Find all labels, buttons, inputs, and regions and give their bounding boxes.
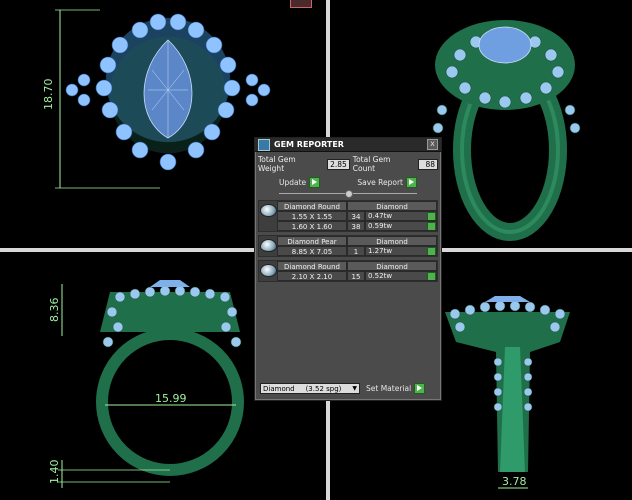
gem-material: Diamond	[347, 236, 437, 246]
panel-splitter[interactable]	[279, 190, 417, 198]
gem-count: 34	[347, 211, 365, 221]
select-gems-button[interactable]	[427, 222, 436, 230]
actions-row: Update Save Report	[255, 175, 441, 190]
material-select[interactable]: Diamond (3.52 spg) ▼	[260, 383, 360, 394]
gem-row[interactable]: 2.10 X 2.10 15 0.52tw	[277, 271, 437, 281]
gem-group: Diamond Pear Diamond 8.85 X 7.05 1 1.27t…	[258, 235, 438, 257]
window-title: GEM REPORTER	[274, 140, 344, 149]
totals-row: Total Gem Weight 2.85 Total Gem Count 88	[255, 152, 441, 175]
total-count-label: Total Gem Count	[352, 155, 391, 173]
gem-reporter-icon	[258, 138, 270, 151]
gem-group: Diamond Round Diamond 2.10 X 2.10 15 0.5…	[258, 260, 438, 282]
app-logo	[290, 0, 312, 8]
gem-count: 38	[347, 221, 365, 231]
gem-row[interactable]: 1.55 X 1.55 34 0.47tw	[277, 211, 437, 221]
close-button[interactable]: x	[427, 139, 438, 150]
set-material-action[interactable]: Set Material	[366, 383, 426, 394]
gem-group: Diamond Round Diamond 1.55 X 1.55 34 0.4…	[258, 200, 438, 232]
total-weight-label: Total Gem Weight	[258, 155, 296, 173]
select-gems-button[interactable]	[427, 272, 436, 280]
gem-reporter-titlebar[interactable]: GEM REPORTER x	[255, 138, 441, 152]
round-gem-icon[interactable]	[259, 204, 277, 217]
gem-size: 1.55 X 1.55	[277, 211, 347, 221]
material-sg: (3.52 spg)	[305, 384, 342, 393]
dimension-label-height: 18.70	[42, 79, 55, 111]
select-gems-button[interactable]	[427, 212, 436, 220]
update-action[interactable]: Update	[279, 177, 321, 188]
select-gems-button[interactable]	[427, 247, 436, 255]
dimension-label-inner: 15.99	[155, 392, 187, 405]
round-gem-icon[interactable]	[259, 264, 277, 277]
gem-group-header: Diamond Pear Diamond	[277, 236, 437, 246]
gem-shape: Diamond Round	[277, 201, 347, 211]
save-report-action[interactable]: Save Report	[357, 177, 417, 188]
material-bar: Diamond (3.52 spg) ▼ Set Material	[260, 383, 436, 394]
gem-size: 2.10 X 2.10	[277, 271, 347, 281]
gem-material: Diamond	[347, 261, 437, 271]
splitter-handle[interactable]	[345, 190, 353, 198]
gem-size: 8.85 X 7.05	[277, 246, 347, 256]
dimension-label-shank: 3.78	[502, 475, 527, 488]
gem-row[interactable]: 8.85 X 7.05 1 1.27tw	[277, 246, 437, 256]
gem-weight: 0.52tw	[368, 272, 393, 280]
pear-gem-icon[interactable]	[259, 239, 277, 252]
gem-row[interactable]: 1.60 X 1.60 38 0.59tw	[277, 221, 437, 231]
chevron-down-icon: ▼	[352, 385, 357, 392]
gem-material: Diamond	[347, 201, 437, 211]
gem-group-header: Diamond Round Diamond	[277, 261, 437, 271]
gem-reporter-window: GEM REPORTER x Total Gem Weight 2.85 Tot…	[254, 137, 442, 401]
gem-shape: Diamond Pear	[277, 236, 347, 246]
gem-count: 15	[347, 271, 365, 281]
set-material-button[interactable]	[414, 383, 426, 394]
gem-count: 1	[347, 246, 365, 256]
save-report-button[interactable]	[406, 177, 417, 188]
save-report-label: Save Report	[357, 178, 403, 187]
gem-size: 1.60 X 1.60	[277, 221, 347, 231]
gem-weight: 1.27tw	[368, 247, 393, 255]
dimension-label-crown: 8.36	[48, 298, 61, 323]
total-count-value: 88	[418, 158, 438, 170]
set-material-label: Set Material	[366, 384, 412, 393]
dimension-label-band: 1.40	[48, 460, 61, 485]
gem-weight: 0.47tw	[368, 212, 393, 220]
total-weight-value: 2.85	[327, 158, 350, 170]
gem-shape: Diamond Round	[277, 261, 347, 271]
update-button[interactable]	[309, 177, 321, 188]
material-select-value: Diamond	[263, 384, 295, 393]
gem-weight: 0.59tw	[368, 222, 393, 230]
update-label: Update	[279, 178, 307, 187]
gem-group-header: Diamond Round Diamond	[277, 201, 437, 211]
